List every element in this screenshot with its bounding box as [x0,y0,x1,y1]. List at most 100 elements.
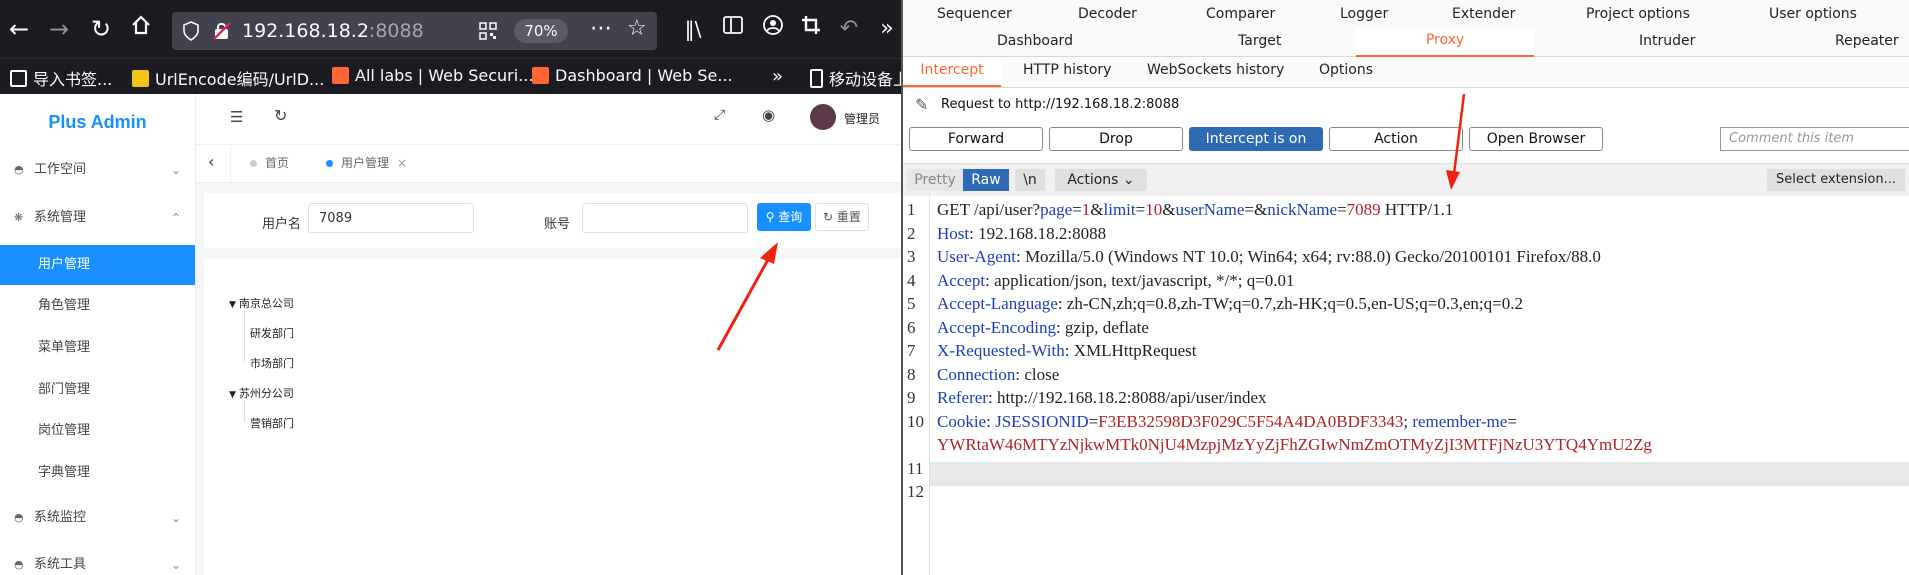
request-line[interactable]: Host: 192.168.18.2:8088 [937,224,1106,244]
reader-icon[interactable] [718,13,748,43]
raw-toggle[interactable]: Raw [963,169,1009,191]
comment-input[interactable]: Comment this item [1720,127,1909,151]
tab-user-options[interactable]: User options [1769,6,1857,22]
qr-icon[interactable] [478,21,498,45]
select-extension-button[interactable]: Select extension... [1767,169,1905,191]
tree-node-nanjing[interactable]: ▼ 南京总公司 [229,295,294,311]
url-text[interactable]: 192.168.18.2:8088 [242,20,424,42]
reload-icon[interactable]: ↻ [86,14,116,44]
request-line[interactable]: X-Requested-With: XMLHttpRequest [937,341,1196,361]
request-line[interactable]: User-Agent: Mozilla/5.0 (Windows NT 10.0… [937,247,1601,267]
tab-comparer[interactable]: Comparer [1206,6,1275,22]
sidebar-item-roles[interactable]: 角色管理 [0,286,195,326]
back-icon[interactable]: ← [4,14,34,44]
theme-icon[interactable]: ◉ [762,106,775,124]
username-input[interactable]: 7089 [308,203,474,233]
tab-intercept-label: Intercept [920,62,984,78]
line-number: 4 [907,270,916,290]
forward-icon[interactable]: → [44,14,74,44]
actions-dropdown[interactable]: Actions ⌄ [1055,169,1147,191]
refresh-icon[interactable]: ↻ [274,106,287,125]
menu-workspace[interactable]: ◓ 工作空间 ⌄ [0,150,195,190]
tab-logger[interactable]: Logger [1340,6,1388,22]
menu-fold-icon[interactable]: ☰ [230,108,243,126]
reset-button[interactable]: ↻ 重置 [815,203,869,231]
tab-intruder[interactable]: Intruder [1639,33,1695,49]
tab-options[interactable]: Options [1319,62,1373,78]
tab-project-options[interactable]: Project options [1586,6,1690,22]
open-browser-button[interactable]: Open Browser [1469,127,1603,151]
intercept-toggle-button[interactable]: Intercept is on [1189,127,1323,151]
tree-node-marketing[interactable]: 市场部门 [250,355,294,371]
tab-users[interactable]: 用户管理 × [326,154,407,171]
close-icon[interactable]: × [397,156,407,170]
crop-icon[interactable] [796,13,826,43]
library-icon[interactable]: ‖\ [678,14,708,44]
user-name[interactable]: 管理员 [844,110,880,127]
query-button[interactable]: ⚲ 查询 [757,203,811,231]
reset-label: 重置 [836,210,861,224]
account-input[interactable] [582,203,748,233]
request-line[interactable]: GET /api/user?page=1&limit=10&userName=&… [937,200,1453,220]
home-icon[interactable] [126,13,156,43]
more-icon[interactable]: ⋯ [590,16,612,41]
bookmark-all-labs[interactable]: All labs | Web Securi... [332,66,533,85]
sidebar-item-departments[interactable]: 部门管理 [0,370,195,410]
tab-extender[interactable]: Extender [1452,6,1515,22]
tab-target[interactable]: Target [1238,33,1281,49]
tab-dashboard[interactable]: Dashboard [997,33,1073,49]
tree-node-rd[interactable]: 研发部门 [250,325,294,341]
menu-system-monitor[interactable]: ◓ 系统监控 ⌄ [0,498,195,538]
drop-button[interactable]: Drop [1049,127,1183,151]
bookmark-import[interactable]: 导入书签... [10,66,112,90]
account-icon[interactable] [758,13,788,43]
bookmark-urlencode[interactable]: UrlEncode编码/UrlD... [132,66,324,90]
import-icon [10,69,27,87]
tab-http-history[interactable]: HTTP history [1023,62,1111,78]
menu-system-tools[interactable]: ◓ 系统工具 ⌄ [0,545,195,575]
avatar[interactable] [810,104,836,130]
request-line[interactable]: Accept-Encoding: gzip, deflate [937,318,1149,338]
undo-icon[interactable]: ↶ [834,14,864,44]
zoom-level-badge[interactable]: 70% [514,19,568,43]
tab-websockets-history[interactable]: WebSockets history [1147,62,1284,78]
tab-repeater[interactable]: Repeater [1835,33,1899,49]
tab-intercept[interactable]: Intercept [903,57,1001,87]
raw-request-editor[interactable]: 1 2 3 4 5 6 7 8 9 10 11 12 GET /api/user?page=1&lim… [903,196,1909,575]
tab-sequencer[interactable]: Sequencer [937,6,1012,22]
gear-icon: ❋ [14,211,24,224]
tab-home[interactable]: 首页 [250,154,289,171]
request-line[interactable]: Cookie: JSESSIONID=F3EB32598D3F029C5F54A… [937,412,1517,432]
bookmark-dashboard[interactable]: Dashboard | Web Se... [532,66,733,85]
menu-system-management[interactable]: ❋ 系统管理 ⌃ [0,198,195,238]
tree-node-suzhou[interactable]: ▼ 苏州分公司 [229,385,294,401]
sidebar-item-positions[interactable]: 岗位管理 [0,411,195,451]
request-line[interactable]: YWRtaW46MTYzNjkwMTk0NjU4MzpjMzYyZjFhZGIw… [937,435,1652,455]
tab-proxy[interactable]: Proxy [1356,29,1534,57]
tab-dot-icon [326,160,333,167]
insecure-lock-icon[interactable] [212,21,232,45]
sidebar-item-users[interactable]: 用户管理 [0,245,195,285]
sidebar-item-dictionary[interactable]: 字典管理 [0,453,195,493]
sidebar-item-menus[interactable]: 菜单管理 [0,328,195,368]
bookmarks-overflow-icon[interactable]: » [772,66,783,87]
pretty-toggle[interactable]: Pretty [907,169,963,191]
star-icon[interactable]: ☆ [627,16,647,41]
tree-node-label: 市场部门 [250,357,294,370]
newline-toggle[interactable]: \n [1015,169,1045,191]
forward-button[interactable]: Forward [909,127,1043,151]
tree-node-sales[interactable]: 营销部门 [250,415,294,431]
tabs-scroll-left-icon[interactable]: ‹ [208,152,214,171]
request-line[interactable]: Referer: http://192.168.18.2:8088/api/us… [937,388,1267,408]
address-bar[interactable]: 192.168.18.2:8088 70% ⋯ ☆ [172,12,657,50]
request-line[interactable]: Accept-Language: zh-CN,zh;q=0.8,zh-TW;q=… [937,294,1523,314]
fullscreen-icon[interactable]: ⤢ [714,107,725,123]
action-button[interactable]: Action [1329,127,1463,151]
tab-decoder[interactable]: Decoder [1078,6,1137,22]
bookmark-mobile[interactable]: 移动设备上 [810,66,901,90]
request-line[interactable]: Connection: close [937,365,1059,385]
caret-down-icon: ▼ [229,300,236,310]
request-line[interactable]: Accept: application/json, text/javascrip… [937,271,1295,291]
shield-icon[interactable] [182,21,200,45]
overflow-icon[interactable]: » [872,14,901,44]
